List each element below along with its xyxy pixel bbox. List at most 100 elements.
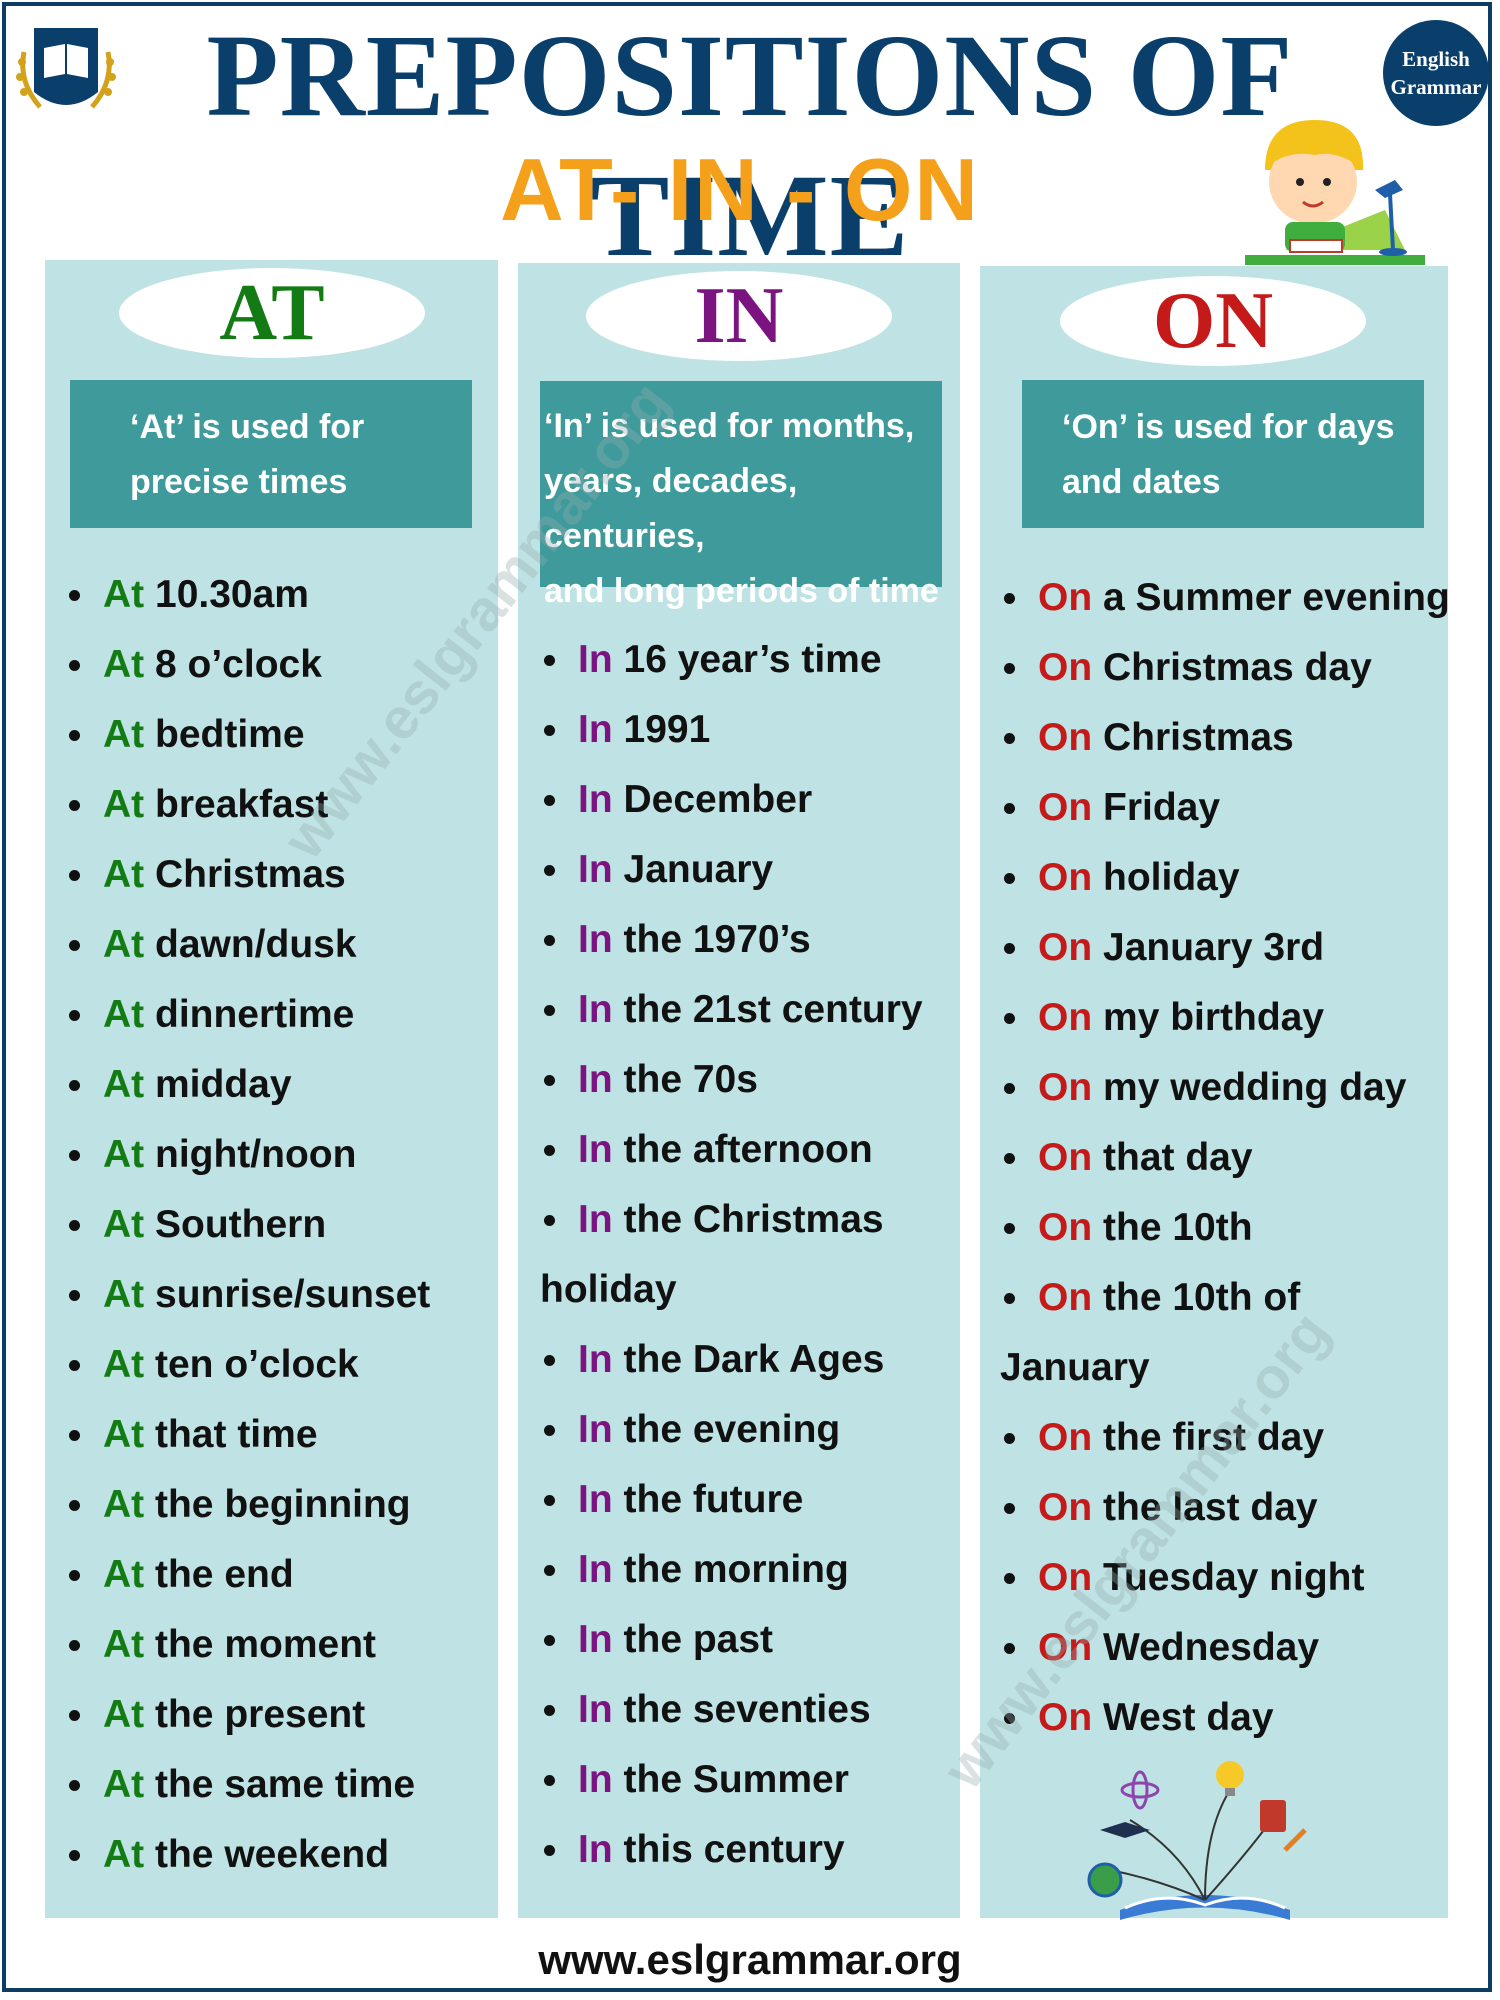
in-keyword: In (578, 1548, 613, 1591)
on-item-text: my wedding day (1103, 1066, 1407, 1109)
on-list-item: On a Summer evening (1000, 563, 1450, 633)
in-keyword: In (578, 1338, 613, 1381)
in-list-item: In December (540, 765, 923, 835)
at-heading: AT (119, 268, 425, 358)
at-keyword: At (103, 1623, 145, 1666)
in-keyword: In (578, 848, 613, 891)
in-item-text: 16 year’s time (623, 638, 882, 681)
page-title: PREPOSITIONS OF TIME (206, 10, 1294, 281)
at-keyword: At (103, 923, 145, 966)
badge-line-2: Grammar (1390, 75, 1482, 99)
in-item-text: the 21st century (623, 988, 923, 1031)
on-item-text: a Summer evening (1103, 576, 1450, 619)
at-list-item: At the same time (65, 1750, 430, 1820)
at-keyword: At (103, 1273, 145, 1316)
at-item-text: Southern (155, 1203, 327, 1246)
in-item-text: this century (623, 1828, 845, 1871)
at-keyword: At (103, 573, 145, 616)
at-list-item: At Southern (65, 1190, 430, 1260)
on-keyword: On (1038, 996, 1093, 1039)
in-item-text: the Christmas (623, 1198, 884, 1241)
at-list-item: At the moment (65, 1610, 430, 1680)
at-keyword: At (103, 1693, 145, 1736)
at-description-line: precise times (130, 463, 348, 501)
in-list-item: In the 21st century (540, 975, 923, 1045)
at-keyword: At (103, 783, 145, 826)
at-item-text: dinnertime (155, 993, 355, 1036)
at-list-item: At 8 o’clock (65, 630, 430, 700)
on-keyword: On (1038, 576, 1093, 619)
in-list-item: In the Summer (540, 1745, 923, 1815)
on-keyword: On (1038, 1136, 1093, 1179)
at-item-text: midday (155, 1063, 292, 1106)
on-keyword: On (1038, 646, 1093, 689)
in-keyword: In (578, 1758, 613, 1801)
on-keyword: On (1038, 926, 1093, 969)
on-keyword: On (1038, 1416, 1093, 1459)
in-item-text: the seventies (623, 1688, 871, 1731)
on-heading: ON (1060, 276, 1366, 366)
at-list-item: At the end (65, 1540, 430, 1610)
in-list-item: In the morning (540, 1535, 923, 1605)
on-list-item: On my birthday (1000, 983, 1450, 1053)
in-item-text: the 70s (623, 1058, 758, 1101)
at-keyword: At (103, 1343, 145, 1386)
in-list-item: In the future (540, 1465, 923, 1535)
at-item-text: ten o’clock (155, 1343, 359, 1386)
in-item-text: the future (623, 1478, 804, 1521)
in-item-text: January (623, 848, 774, 891)
at-description-line: ‘At’ is used for (130, 408, 365, 446)
at-list-item: At midday (65, 1050, 430, 1120)
on-description-line: ‘On’ is used for days (1062, 408, 1395, 446)
at-keyword: At (103, 1553, 145, 1596)
on-item-text: the 10th of (1103, 1276, 1301, 1319)
in-list-item: In the evening (540, 1395, 923, 1465)
in-keyword: In (578, 1688, 613, 1731)
at-item-text: the present (155, 1693, 366, 1736)
at-list-item: At ten o’clock (65, 1330, 430, 1400)
in-item-text: the afternoon (623, 1128, 873, 1171)
at-item-text: the moment (155, 1623, 377, 1666)
on-list-item: On the 10th (1000, 1193, 1450, 1263)
at-list-item: At dawn/dusk (65, 910, 430, 980)
at-keyword: At (103, 1413, 145, 1456)
in-list: In 16 year’s time In 1991 In December In Ja… (540, 625, 923, 1885)
at-description: ‘At’ is used for precise times (70, 380, 472, 528)
in-keyword: In (578, 1408, 613, 1451)
in-list-item: In the 1970’s (540, 905, 923, 975)
in-keyword: In (578, 1478, 613, 1521)
on-item-text: my birthday (1103, 996, 1325, 1039)
at-list-item: At 10.30am (65, 560, 430, 630)
in-item-text: the Summer (623, 1758, 849, 1801)
on-list-item: On holiday (1000, 843, 1450, 913)
in-list-item: In the 70s (540, 1045, 923, 1115)
badge-line-1: English (1402, 47, 1470, 71)
at-item-text: the beginning (155, 1483, 411, 1526)
on-item-text: Friday (1103, 786, 1221, 829)
in-keyword: In (578, 1058, 613, 1101)
at-keyword: At (103, 1203, 145, 1246)
in-list-item: In January (540, 835, 923, 905)
in-item-text: the evening (623, 1408, 841, 1451)
at-list-item: At Christmas (65, 840, 430, 910)
in-keyword: In (578, 1128, 613, 1171)
at-item-text: 10.30am (155, 573, 309, 616)
on-list-item: On Friday (1000, 773, 1450, 843)
in-list-item: In the seventies (540, 1675, 923, 1745)
at-keyword: At (103, 993, 145, 1036)
at-item-text: the end (155, 1553, 294, 1596)
at-list-item: At the weekend (65, 1820, 430, 1890)
in-list-item: In 16 year’s time (540, 625, 923, 695)
at-list-item: At dinnertime (65, 980, 430, 1050)
on-keyword: On (1038, 786, 1093, 829)
at-keyword: At (103, 1063, 145, 1106)
in-list-item: In this century (540, 1815, 923, 1885)
in-item-text: December (623, 778, 813, 821)
on-list-item: On West day (1000, 1683, 1450, 1753)
in-item-text: 1991 (623, 708, 711, 751)
in-list-item: In the past (540, 1605, 923, 1675)
footer-website: www.eslgrammar.org (538, 1936, 962, 1983)
at-item-text: the same time (155, 1763, 416, 1806)
on-list-item: On January 3rd (1000, 913, 1450, 983)
at-list-item: At night/noon (65, 1120, 430, 1190)
